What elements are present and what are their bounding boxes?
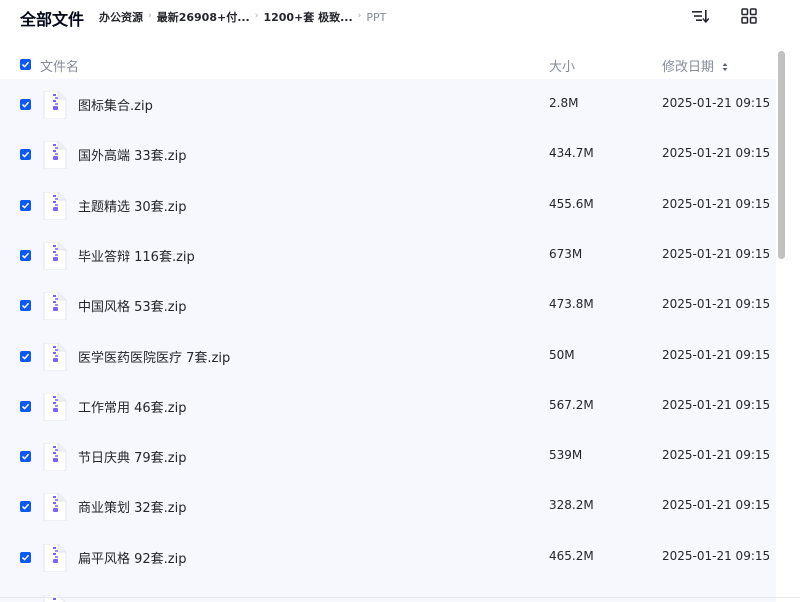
row-checkbox[interactable] (20, 99, 31, 110)
file-size: 434.7M (549, 146, 594, 161)
list-item[interactable]: 国外高端 33套.zip 434.7M 2025-01-21 09:15 (0, 129, 776, 179)
file-name[interactable]: 商业策划 32套.zip (78, 497, 187, 516)
select-all-checkbox[interactable] (20, 59, 31, 70)
list-item[interactable]: 医学医药医院医疗 7套.zip 50M 2025-01-21 09:15 (0, 331, 776, 381)
row-checkbox[interactable] (20, 451, 31, 463)
row-checkbox[interactable] (20, 149, 31, 161)
check-icon (21, 151, 30, 158)
scrollbar-thumb[interactable] (778, 51, 785, 259)
zip-file-icon (43, 141, 67, 170)
breadcrumb: 办公资源 › 最新26908+付... › 1200+套 极致... › PPT (99, 9, 386, 25)
file-size: 455.6M (549, 196, 594, 211)
column-header-date[interactable]: 修改日期 (662, 56, 728, 75)
table-header: 文件名 大小 修改日期 (0, 52, 776, 78)
breadcrumb-item[interactable]: 1200+套 极致... (263, 9, 352, 25)
check-icon (21, 252, 30, 259)
file-size: 673M (549, 246, 583, 261)
row-checkbox[interactable] (20, 551, 31, 563)
breadcrumb-current: PPT (366, 10, 387, 24)
check-icon (21, 302, 30, 309)
zip-file-icon (43, 91, 67, 119)
list-item[interactable]: 中国风格 53套.zip 473.8M 2025-01-21 09:15 (0, 280, 776, 330)
file-name[interactable]: 图标集合.zip (78, 95, 153, 114)
zip-file-icon (43, 342, 67, 371)
list-item[interactable]: 毕业答辩 116套.zip 673M 2025-01-21 09:15 (0, 230, 776, 280)
file-modified-date: 2025-01-21 09:15 (662, 297, 771, 312)
chevron-right-icon: › (148, 11, 152, 21)
row-checkbox[interactable] (20, 199, 31, 211)
divider (0, 597, 800, 598)
grid-view-button[interactable] (738, 5, 760, 27)
file-modified-date: 2025-01-21 09:15 (662, 96, 771, 110)
chevron-right-icon: › (357, 11, 362, 21)
sort-arrows-icon (722, 62, 728, 71)
check-icon (21, 504, 30, 511)
file-modified-date: 2025-01-21 09:15 (662, 397, 771, 412)
sort-button[interactable] (689, 5, 711, 27)
file-name[interactable]: 扁平风格 92套.zip (78, 548, 187, 567)
zip-file-icon (43, 392, 67, 421)
file-list: 图标集合.zip 2.8M 2025-01-21 09:15 国外高端 33套.zip… (0, 79, 776, 602)
file-size: 50M (549, 347, 575, 362)
file-name[interactable]: 毕业答辩 116套.zip (78, 246, 195, 265)
column-header-size[interactable]: 大小 (549, 56, 575, 75)
file-modified-date: 2025-01-21 09:15 (662, 246, 771, 261)
row-checkbox[interactable] (20, 249, 31, 261)
file-name[interactable]: 医学医药医院医疗 7套.zip (78, 347, 230, 366)
file-modified-date: 2025-01-21 09:15 (662, 146, 771, 161)
list-item[interactable]: 工作常用 46套.zip 567.2M 2025-01-21 09:15 (0, 381, 776, 431)
column-header-date-label: 修改日期 (662, 60, 715, 75)
zip-file-icon (43, 241, 67, 270)
vertical-scrollbar[interactable] (776, 40, 790, 602)
file-name[interactable]: 节日庆典 79套.zip (78, 447, 187, 466)
zip-file-icon (43, 493, 67, 522)
row-checkbox[interactable] (20, 400, 31, 412)
list-item[interactable]: 扁平风格 92套.zip 465.2M 2025-01-21 09:15 (0, 532, 776, 582)
breadcrumb-item[interactable]: 办公资源 (99, 9, 143, 25)
zip-file-icon (43, 543, 67, 572)
file-size: 473.8M (549, 297, 594, 312)
file-name[interactable]: 主题精选 30套.zip (78, 196, 187, 215)
list-item[interactable]: 主题精选 30套.zip 455.6M 2025-01-21 09:15 (0, 180, 776, 230)
list-item[interactable]: 节日庆典 79套.zip 539M 2025-01-21 09:15 (0, 431, 776, 481)
zip-file-icon (43, 443, 67, 472)
file-size: 567.2M (549, 397, 594, 412)
file-size: 328.2M (549, 498, 594, 513)
sort-list-icon (692, 10, 709, 24)
page-title[interactable]: 全部文件 (20, 6, 84, 30)
file-size: 2.8M (549, 96, 579, 110)
row-checkbox[interactable] (20, 350, 31, 362)
file-size: 539M (549, 448, 583, 463)
check-icon (21, 554, 30, 561)
row-checkbox[interactable] (20, 300, 31, 312)
file-name[interactable]: 中国风格 53套.zip (78, 296, 187, 315)
file-name[interactable]: 国外高端 33套.zip (78, 145, 187, 164)
check-icon (21, 61, 30, 68)
file-modified-date: 2025-01-21 09:15 (662, 498, 771, 513)
file-modified-date: 2025-01-21 09:15 (662, 448, 771, 463)
file-modified-date: 2025-01-21 09:15 (662, 196, 771, 211)
check-icon (21, 353, 30, 360)
chevron-right-icon: › (254, 11, 259, 21)
list-item[interactable]: 商业策划 32套.zip 328.2M 2025-01-21 09:15 (0, 481, 776, 531)
file-size: 465.2M (549, 548, 594, 563)
check-icon (21, 101, 30, 108)
file-name[interactable]: 工作常用 46套.zip (78, 397, 187, 416)
breadcrumb-item[interactable]: 最新26908+付... (157, 9, 250, 25)
list-item[interactable]: 图标集合.zip 2.8M 2025-01-21 09:15 (0, 79, 776, 129)
header-bar: 全部文件 办公资源 › 最新26908+付... › 1200+套 极致... … (0, 0, 800, 36)
check-icon (21, 403, 30, 410)
zip-file-icon (43, 191, 67, 220)
grid-view-icon (741, 8, 757, 24)
row-checkbox[interactable] (20, 501, 31, 513)
zip-file-icon (43, 292, 67, 321)
file-modified-date: 2025-01-21 09:15 (662, 548, 771, 563)
file-modified-date: 2025-01-21 09:15 (662, 347, 771, 362)
check-icon (21, 202, 30, 209)
column-header-name[interactable]: 文件名 (40, 56, 79, 75)
check-icon (21, 453, 30, 460)
